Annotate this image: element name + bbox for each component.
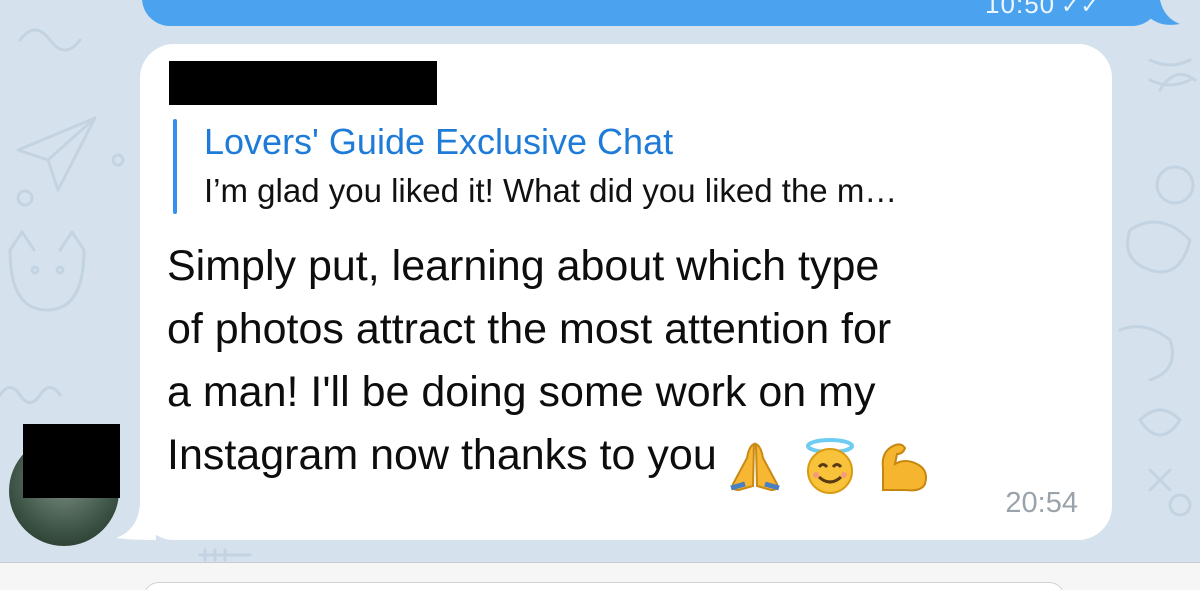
sender-avatar[interactable]	[9, 424, 121, 546]
emoji-group	[725, 432, 933, 495]
message-time: 20:54	[1005, 487, 1078, 519]
double-check-icon: ✓✓	[1061, 0, 1100, 18]
reply-preview: I’m glad you liked it! What did you like…	[204, 172, 898, 209]
message-last-line: Instagram now thanks to you	[167, 424, 1047, 495]
outgoing-message-time: 10:50	[985, 0, 1056, 19]
incoming-message-bubble[interactable]: Lovers' Guide Exclusive Chat I’m glad yo…	[140, 44, 1112, 540]
outgoing-bubble-tail	[1146, 0, 1180, 25]
message-line: Simply put, learning about which type	[167, 242, 880, 290]
smiling-face-with-halo-icon	[805, 437, 854, 494]
outgoing-message-meta: 10:50 ✓✓	[985, 0, 1100, 20]
message-input[interactable]	[143, 582, 1065, 590]
redacted-sender-name	[169, 61, 437, 105]
flexed-biceps-icon	[881, 443, 927, 492]
message-line: of photos attract the most attention for	[167, 305, 892, 353]
outgoing-message-bubble[interactable]: 10:50 ✓✓	[142, 0, 1160, 26]
reply-quote[interactable]: Lovers' Guide Exclusive Chat I’m glad yo…	[173, 119, 1073, 214]
reply-accent-bar	[173, 119, 177, 214]
message-line: Instagram now thanks to you	[167, 431, 717, 479]
message-line: a man! I'll be doing some work on my	[167, 368, 876, 416]
folded-hands-icon	[730, 442, 780, 491]
redacted-avatar-box	[23, 424, 120, 498]
reply-author: Lovers' Guide Exclusive Chat	[204, 121, 674, 162]
message-text: Simply put, learning about which type of…	[167, 235, 1047, 495]
